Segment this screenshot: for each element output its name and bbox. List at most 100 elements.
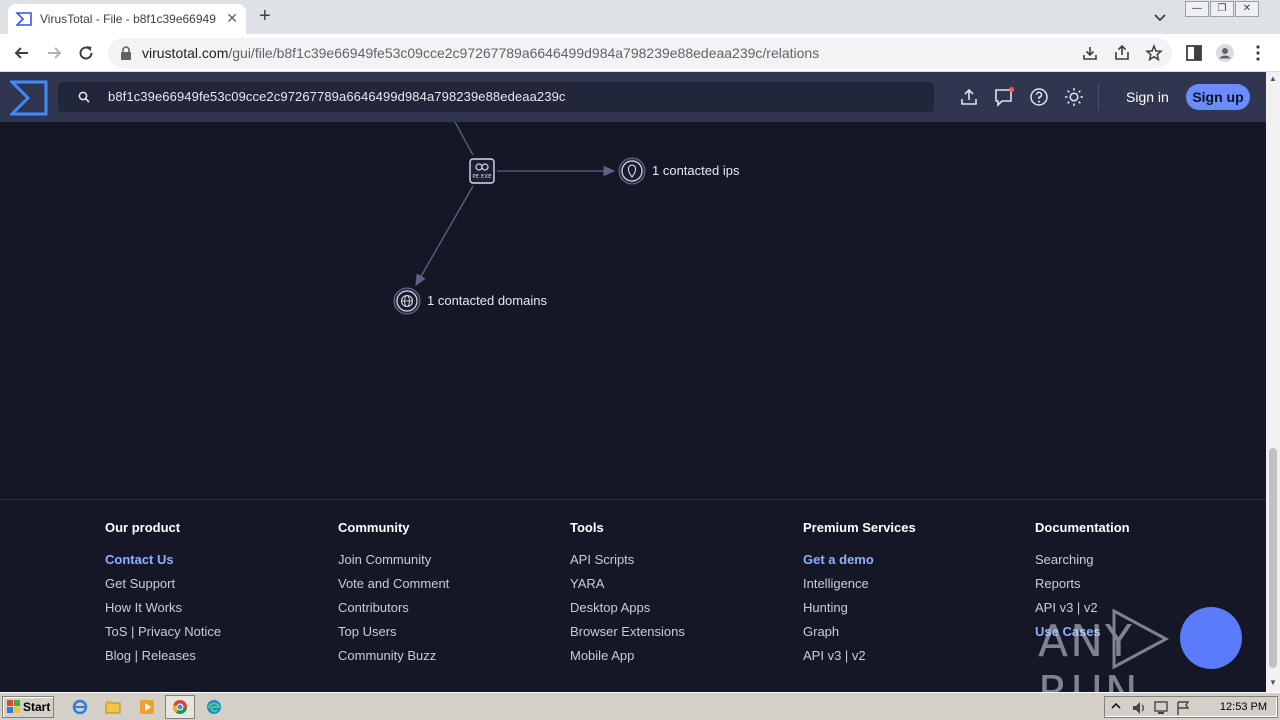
footer-link-get-a-demo[interactable]: Get a demo (803, 552, 916, 576)
reload-icon[interactable] (76, 43, 96, 63)
chrome-icon (172, 700, 187, 714)
edge-incoming (454, 122, 474, 156)
address-bar[interactable]: virustotal.com/gui/file/b8f1c39e66949fe5… (108, 38, 1172, 68)
restore-button[interactable]: ❐ (1210, 1, 1234, 17)
footer-link-get-support[interactable]: Get Support (105, 576, 221, 600)
browser-toolbar: virustotal.com/gui/file/b8f1c39e66949fe5… (0, 34, 1280, 72)
footer-link-desktop-apps[interactable]: Desktop Apps (570, 600, 685, 624)
start-button[interactable]: Start (2, 696, 54, 718)
help-icon[interactable] (1029, 87, 1049, 107)
edge-to-domains (415, 185, 474, 287)
browser-menu-icon[interactable] (1248, 43, 1268, 63)
tab-search-chevron-icon[interactable] (1152, 9, 1168, 25)
footer-link-join-community[interactable]: Join Community (338, 552, 449, 576)
windows-taskbar: Start 12:53 PM (0, 692, 1280, 720)
virustotal-favicon-icon (16, 12, 32, 26)
footer-link-searching[interactable]: Searching (1035, 552, 1130, 576)
footer-link-browser-extensions[interactable]: Browser Extensions (570, 624, 685, 648)
virustotal-header: b8f1c39e66949fe53c09cce2c97267789a664649… (0, 72, 1266, 122)
network-icon[interactable] (1153, 700, 1169, 716)
theme-toggle-sun-icon[interactable] (1064, 87, 1084, 107)
tab-title: VirusTotal - File - b8f1c39e66949fe53 (40, 12, 216, 26)
scrollbar-thumb[interactable] (1269, 448, 1277, 668)
virustotal-logo-icon[interactable] (10, 80, 48, 116)
footer-heading: Our product (105, 520, 181, 535)
footer-link-yara[interactable]: YARA (570, 576, 685, 600)
footer-column-premium-services: Premium Services Get a demo Intelligence… (803, 520, 916, 672)
footer-link-graph[interactable]: Graph (803, 624, 916, 648)
search-input[interactable]: b8f1c39e66949fe53c09cce2c97267789a664649… (58, 82, 934, 112)
new-tab-button[interactable]: + (259, 6, 271, 26)
browser-tab-strip: VirusTotal - File - b8f1c39e66949fe53 ✕ … (0, 0, 1280, 34)
internet-explorer-icon[interactable] (72, 699, 88, 715)
footer-link-tos-privacy[interactable]: ToS | Privacy Notice (105, 624, 221, 648)
chrome-taskbar-button[interactable] (165, 695, 195, 719)
footer-link-contributors[interactable]: Contributors (338, 600, 449, 624)
action-center-flag-icon[interactable] (1175, 700, 1191, 716)
footer-link-community-buzz[interactable]: Community Buzz (338, 648, 449, 672)
footer-link-contact-us[interactable]: Contact Us (105, 552, 221, 576)
footer-heading: Documentation (1035, 520, 1130, 535)
tray-expand-icon[interactable] (1111, 701, 1121, 713)
contacted-domains-label[interactable]: 1 contacted domains (427, 293, 547, 308)
footer-link-api-scripts[interactable]: API Scripts (570, 552, 685, 576)
contacted-ips-label[interactable]: 1 contacted ips (652, 163, 739, 178)
footer-link-how-it-works[interactable]: How It Works (105, 600, 221, 624)
edge-icon[interactable] (206, 699, 222, 715)
footer-link-mobile-app[interactable]: Mobile App (570, 648, 685, 672)
scroll-down-arrow-icon[interactable]: ▼ (1269, 678, 1277, 687)
close-window-button[interactable]: ✕ (1235, 1, 1259, 17)
file-explorer-icon[interactable] (105, 699, 121, 715)
side-panel-icon[interactable] (1184, 43, 1204, 63)
graph-canvas[interactable]: PE EXE (0, 122, 1266, 499)
relations-graph[interactable]: PE EXE 1 contacted ips 1 contacted domai… (0, 122, 1266, 499)
anyrun-watermark: ANY RUN (1038, 604, 1248, 718)
footer-link-reports[interactable]: Reports (1035, 576, 1130, 600)
header-divider (1098, 84, 1099, 110)
windows-flag-icon (7, 700, 20, 713)
footer-link-hunting[interactable]: Hunting (803, 600, 916, 624)
footer-column-our-product: Our product Contact Us Get Support How I… (105, 520, 221, 672)
lock-icon (121, 46, 131, 60)
pe-exe-file-node[interactable]: PE EXE (469, 158, 495, 184)
url-text: virustotal.com/gui/file/b8f1c39e66949fe5… (142, 45, 819, 61)
profile-avatar-icon[interactable] (1215, 43, 1235, 63)
taskbar-clock[interactable]: 12:53 PM (1220, 701, 1267, 713)
start-label: Start (23, 700, 51, 714)
search-icon (78, 91, 90, 103)
sign-in-link[interactable]: Sign in (1126, 89, 1169, 105)
volume-icon[interactable] (1131, 700, 1147, 716)
footer-heading: Premium Services (803, 520, 916, 535)
footer-heading: Community (338, 520, 410, 535)
minimize-button[interactable]: — (1185, 1, 1209, 17)
back-arrow-icon[interactable] (12, 43, 32, 63)
footer-link-vote-comment[interactable]: Vote and Comment (338, 576, 449, 600)
window-controls: — ❐ ✕ (1184, 1, 1259, 17)
footer-link-intelligence[interactable]: Intelligence (803, 576, 916, 600)
footer-column-community: Community Join Community Vote and Commen… (338, 520, 449, 672)
forward-arrow-icon[interactable] (44, 43, 64, 63)
footer-link-blog-releases[interactable]: Blog | Releases (105, 648, 221, 672)
contacted-ips-node[interactable] (618, 157, 646, 185)
page-scrollbar[interactable]: ▲ ▼ (1266, 72, 1280, 692)
footer-heading: Tools (570, 520, 604, 535)
browser-tab[interactable]: VirusTotal - File - b8f1c39e66949fe53 ✕ (8, 4, 246, 34)
tab-close-icon[interactable]: ✕ (226, 10, 238, 26)
sign-up-button[interactable]: Sign up (1186, 84, 1250, 110)
play-logo-icon (1112, 608, 1170, 670)
bookmark-star-icon[interactable] (1144, 43, 1164, 63)
system-tray: 12:53 PM (1104, 696, 1278, 718)
pe-exe-caption: PE EXE (472, 174, 492, 180)
footer-link-api-v3-v2[interactable]: API v3 | v2 (803, 648, 916, 672)
upload-icon[interactable] (959, 87, 979, 107)
media-player-icon[interactable] (139, 699, 155, 715)
share-icon[interactable] (1112, 43, 1132, 63)
scroll-up-arrow-icon[interactable]: ▲ (1269, 74, 1277, 83)
install-app-icon[interactable] (1080, 43, 1100, 63)
contacted-domains-node[interactable] (393, 287, 421, 315)
url-host: virustotal.com (142, 45, 229, 61)
footer-link-top-users[interactable]: Top Users (338, 624, 449, 648)
notifications-chat-icon[interactable] (994, 87, 1014, 107)
search-value: b8f1c39e66949fe53c09cce2c97267789a664649… (108, 89, 566, 104)
url-path: /gui/file/b8f1c39e66949fe53c09cce2c97267… (228, 45, 820, 61)
